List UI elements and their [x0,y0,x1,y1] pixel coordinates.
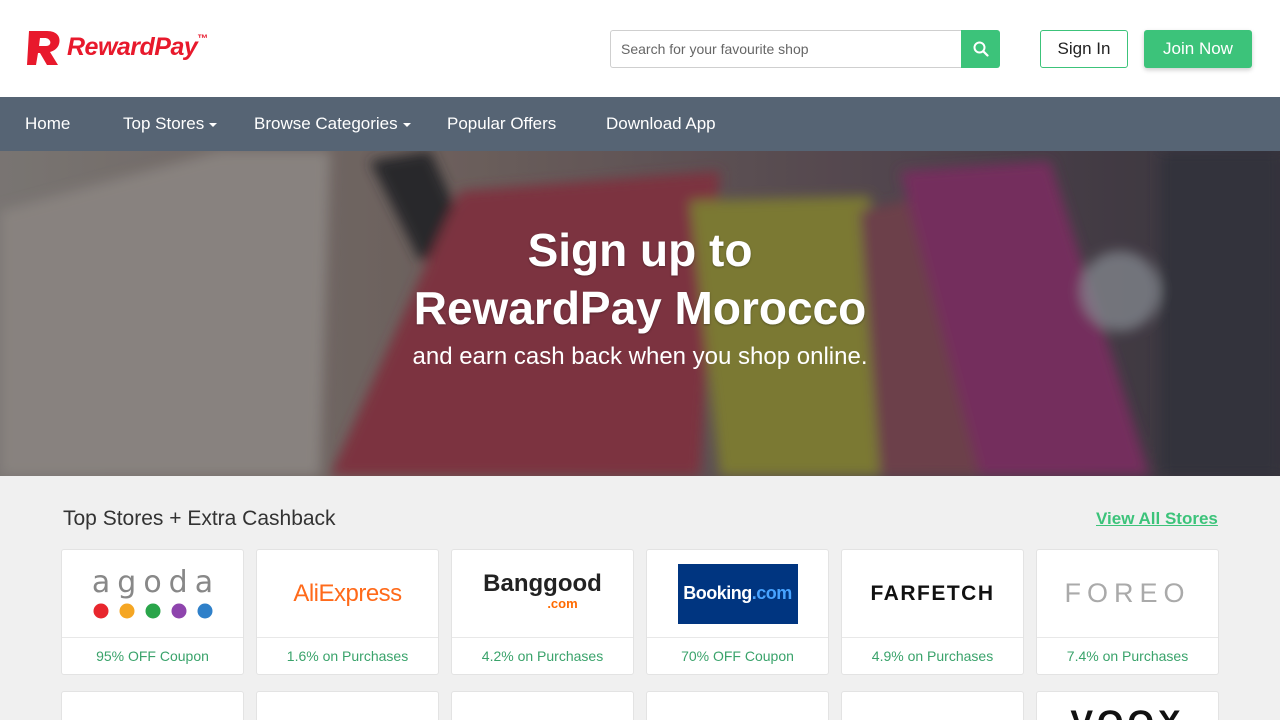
agoda-logo-text: agoda [91,564,221,600]
agoda-dots-icon [93,603,212,618]
site-header: RewardPay ™ Sign In Join Now [0,0,1280,97]
foreo-logo-text: FOREO [1064,578,1191,608]
banggood-logo-domain: .com [547,595,578,611]
booking-logo: Booking .com [677,563,798,624]
nav-label: Home [25,114,71,133]
store-offer: 7.4% on Purchases [1066,648,1189,664]
logo-trademark: ™ [197,33,209,45]
store-card-foreo[interactable]: FOREO 7.4% on Purchases [1036,549,1219,675]
store-card-voox[interactable]: VOOX [1036,691,1219,720]
nav-home[interactable]: Home [25,97,70,151]
nav-label: Popular Offers [447,114,557,133]
store-logo: FOREO [1037,550,1218,638]
hero-title-line-2: RewardPay Morocco [413,282,867,334]
nav-browse-categories[interactable]: Browse Categories [254,97,411,151]
store-card[interactable] [61,691,244,720]
store-search [610,30,1000,68]
store-card-aliexpress[interactable]: AliExpress 1.6% on Purchases [256,549,439,675]
store-card-agoda[interactable]: agoda 95% OFF Coupon [61,549,244,675]
nav-label: Top Stores [123,114,205,133]
search-icon [973,41,989,57]
store-card[interactable] [646,691,829,720]
farfetch-logo-text: FARFETCH [870,581,995,605]
store-offer: 1.6% on Purchases [286,648,409,664]
store-card[interactable] [451,691,634,720]
nav-label: Download App [606,114,716,133]
nav-label: Browse Categories [254,114,398,133]
logo-r-icon [27,31,60,65]
store-offer: 4.2% on Purchases [481,648,604,664]
caret-down-icon [402,123,411,127]
store-card-farfetch[interactable]: FARFETCH 4.9% on Purchases [841,549,1024,675]
store-logo: agoda [62,550,243,638]
store-card[interactable] [841,691,1024,720]
store-logo: FARFETCH [842,550,1023,638]
main-nav: Home Top Stores Browse Categories Popula… [0,97,1280,151]
nav-popular-offers[interactable]: Popular Offers [447,97,556,151]
hero-title: Sign up to RewardPay Morocco [0,221,1280,337]
banggood-logo-text: Banggood [483,569,602,597]
section-title: Top Stores + Extra Cashback [63,507,336,530]
store-card-banggood[interactable]: Banggood .com 4.2% on Purchases [451,549,634,675]
caret-down-icon [209,123,218,127]
sign-in-button[interactable]: Sign In [1040,30,1128,68]
store-offer: 70% OFF Coupon [681,648,794,664]
search-button[interactable] [961,30,1000,68]
voox-logo-text: VOOX [1037,706,1218,720]
booking-logo-text: Booking [683,583,752,603]
join-now-button[interactable]: Join Now [1144,30,1252,68]
store-logo: Banggood .com [452,550,633,638]
nav-download-app[interactable]: Download App [606,97,716,151]
store-card[interactable] [256,691,439,720]
hero-title-line-1: Sign up to [527,224,753,276]
store-card-booking[interactable]: Booking .com 70% OFF Coupon [646,549,829,675]
store-logo: Booking .com [647,550,828,638]
search-input[interactable] [610,30,961,68]
store-offer: 4.9% on Purchases [871,648,994,664]
aliexpress-logo-text: AliExpress [293,579,402,607]
logo-text: RewardPay [67,33,198,61]
view-all-stores-link[interactable]: View All Stores [1096,509,1218,529]
hero-subtitle: and earn cash back when you shop online. [412,343,868,370]
hero-banner: Sign up to RewardPay Morocco and earn ca… [0,151,1280,476]
store-logo: AliExpress [257,550,438,638]
rewardpay-logo[interactable]: RewardPay ™ [25,29,208,67]
store-offer: 95% OFF Coupon [96,648,209,664]
nav-top-stores[interactable]: Top Stores [123,97,218,151]
booking-logo-domain: .com [751,583,793,603]
